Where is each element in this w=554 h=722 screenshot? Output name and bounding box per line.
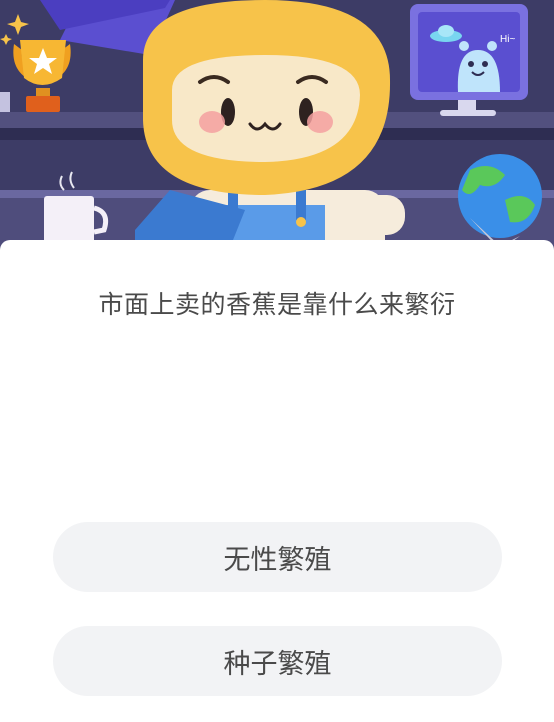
question-text: 市面上卖的香蕉是靠什么来繁衍 [98,290,456,319]
character-illustration [135,0,405,260]
answer-option-1[interactable]: 无性繁殖 [53,522,502,592]
monitor-greeting: Hi~ [500,34,515,45]
header-illustration: Hi~ [0,0,554,260]
answer-option-2[interactable]: 种子繁殖 [53,626,502,696]
illustration-svg: Hi~ [0,0,554,260]
